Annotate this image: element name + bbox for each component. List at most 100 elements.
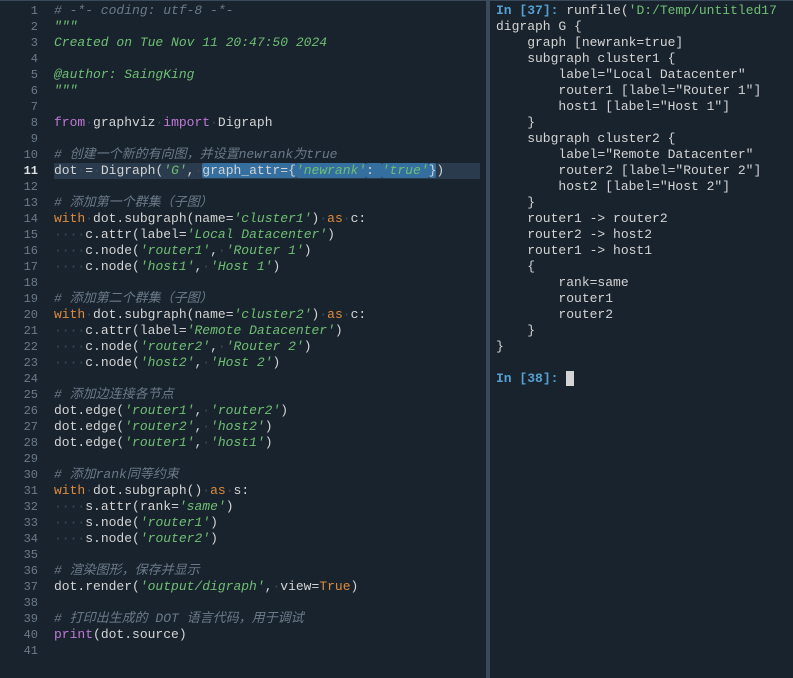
console-input[interactable]: In [38]: [496, 371, 787, 387]
code-line[interactable]: with·dot.subgraph(name='cluster1')·as·c: [54, 211, 480, 227]
line-number: 1 [4, 3, 38, 19]
line-number: 25 [4, 387, 38, 403]
line-number: 13 [4, 195, 38, 211]
code-line[interactable]: # 渲染图形，保存并显示 [54, 563, 480, 579]
code-line[interactable]: ····c.node('router2',·'Router 2') [54, 339, 480, 355]
code-line[interactable]: dot.edge('router2',·'host2') [54, 419, 480, 435]
ipython-console[interactable]: In [37]: runfile('D:/Temp/untitled17digr… [490, 1, 793, 678]
console-output-line: label="Local Datacenter" [496, 67, 787, 83]
console-output-line: host2 [label="Host 2"] [496, 179, 787, 195]
code-line[interactable]: """ [54, 19, 480, 35]
line-number: 24 [4, 371, 38, 387]
console-output-line: router1 -> host1 [496, 243, 787, 259]
code-line[interactable]: ····s.node('router2') [54, 531, 480, 547]
code-line[interactable]: ····s.attr(rank='same') [54, 499, 480, 515]
code-line[interactable]: ····c.attr(label='Remote Datacenter') [54, 323, 480, 339]
console-output-line: } [496, 339, 787, 355]
code-line[interactable] [54, 451, 480, 467]
code-line[interactable]: # 添加rank同等约束 [54, 467, 480, 483]
line-number: 8 [4, 115, 38, 131]
code-line[interactable]: dot·=·Digraph('G',·graph_attr={'newrank'… [54, 163, 480, 179]
code-line[interactable]: print(dot.source) [54, 627, 480, 643]
line-number: 20 [4, 307, 38, 323]
code-line[interactable]: # -*- coding: utf-8 -*- [54, 3, 480, 19]
code-line[interactable]: with·dot.subgraph()·as·s: [54, 483, 480, 499]
code-line[interactable]: ····c.attr(label='Local Datacenter') [54, 227, 480, 243]
console-input[interactable]: In [37]: runfile('D:/Temp/untitled17 [496, 3, 787, 19]
console-output-line: } [496, 115, 787, 131]
code-line[interactable] [54, 595, 480, 611]
line-number: 40 [4, 627, 38, 643]
line-number: 22 [4, 339, 38, 355]
line-number: 26 [4, 403, 38, 419]
line-number: 36 [4, 563, 38, 579]
console-output-line: router2 -> host2 [496, 227, 787, 243]
line-number: 21 [4, 323, 38, 339]
line-number: 41 [4, 643, 38, 659]
code-line[interactable]: # 创建一个新的有向图，并设置newrank为true [54, 147, 480, 163]
code-line[interactable] [54, 51, 480, 67]
console-output-line: router2 [label="Router 2"] [496, 163, 787, 179]
code-line[interactable]: # 添加第二个群集（子图） [54, 291, 480, 307]
code-line[interactable]: Created on Tue Nov 11 20:47:50 2024 [54, 35, 480, 51]
console-output-line: host1 [label="Host 1"] [496, 99, 787, 115]
line-number: 3 [4, 35, 38, 51]
line-number: 30 [4, 467, 38, 483]
line-number: 23 [4, 355, 38, 371]
line-number: 33 [4, 515, 38, 531]
code-line[interactable]: dot.edge('router1',·'host1') [54, 435, 480, 451]
console-output-line: digraph G { [496, 19, 787, 35]
code-line[interactable]: """ [54, 83, 480, 99]
line-number: 27 [4, 419, 38, 435]
code-editor[interactable]: # -*- coding: utf-8 -*-"""Created on Tue… [48, 1, 486, 678]
code-line[interactable]: from·graphviz·import·Digraph [54, 115, 480, 131]
code-line[interactable]: dot.render('output/digraph',·view=True) [54, 579, 480, 595]
code-line[interactable]: ····c.node('host1',·'Host 1') [54, 259, 480, 275]
line-number: 34 [4, 531, 38, 547]
console-output-line: } [496, 323, 787, 339]
line-number: 38 [4, 595, 38, 611]
code-line[interactable]: ····c.node('router1',·'Router 1') [54, 243, 480, 259]
console-output-line: router1 -> router2 [496, 211, 787, 227]
editor-pane: 1234567891011121314151617181920212223242… [0, 1, 490, 678]
line-number: 15 [4, 227, 38, 243]
line-number: 31 [4, 483, 38, 499]
console-output-line: graph [newrank=true] [496, 35, 787, 51]
code-line[interactable]: # 添加第一个群集（子图） [54, 195, 480, 211]
code-line[interactable] [54, 371, 480, 387]
code-line[interactable]: # 打印出生成的 DOT 语言代码，用于调试 [54, 611, 480, 627]
console-output-line: router1 [label="Router 1"] [496, 83, 787, 99]
console-output-line: } [496, 195, 787, 211]
line-number: 10 [4, 147, 38, 163]
console-output-line: label="Remote Datacenter" [496, 147, 787, 163]
line-number: 16 [4, 243, 38, 259]
line-number: 39 [4, 611, 38, 627]
code-line[interactable] [54, 99, 480, 115]
console-output-line: { [496, 259, 787, 275]
code-line[interactable] [54, 547, 480, 563]
line-number: 11 [4, 163, 38, 179]
line-number: 19 [4, 291, 38, 307]
line-number: 18 [4, 275, 38, 291]
code-line[interactable]: @author: SaingKing [54, 67, 480, 83]
code-line[interactable]: ····s.node('router1') [54, 515, 480, 531]
line-number: 32 [4, 499, 38, 515]
console-output-line: subgraph cluster2 { [496, 131, 787, 147]
code-line[interactable]: # 添加边连接各节点 [54, 387, 480, 403]
console-output-line: router2 [496, 307, 787, 323]
line-number: 6 [4, 83, 38, 99]
console-output-line: subgraph cluster1 { [496, 51, 787, 67]
line-gutter: 1234567891011121314151617181920212223242… [0, 1, 48, 678]
code-line[interactable]: ····c.node('host2',·'Host 2') [54, 355, 480, 371]
code-line[interactable]: with·dot.subgraph(name='cluster2')·as·c: [54, 307, 480, 323]
console-output-line: router1 [496, 291, 787, 307]
console-output-line: rank=same [496, 275, 787, 291]
line-number: 4 [4, 51, 38, 67]
code-line[interactable]: dot.edge('router1',·'router2') [54, 403, 480, 419]
code-line[interactable] [54, 131, 480, 147]
code-line[interactable] [54, 179, 480, 195]
code-line[interactable] [54, 275, 480, 291]
line-number: 37 [4, 579, 38, 595]
line-number: 5 [4, 67, 38, 83]
code-line[interactable] [54, 643, 480, 659]
